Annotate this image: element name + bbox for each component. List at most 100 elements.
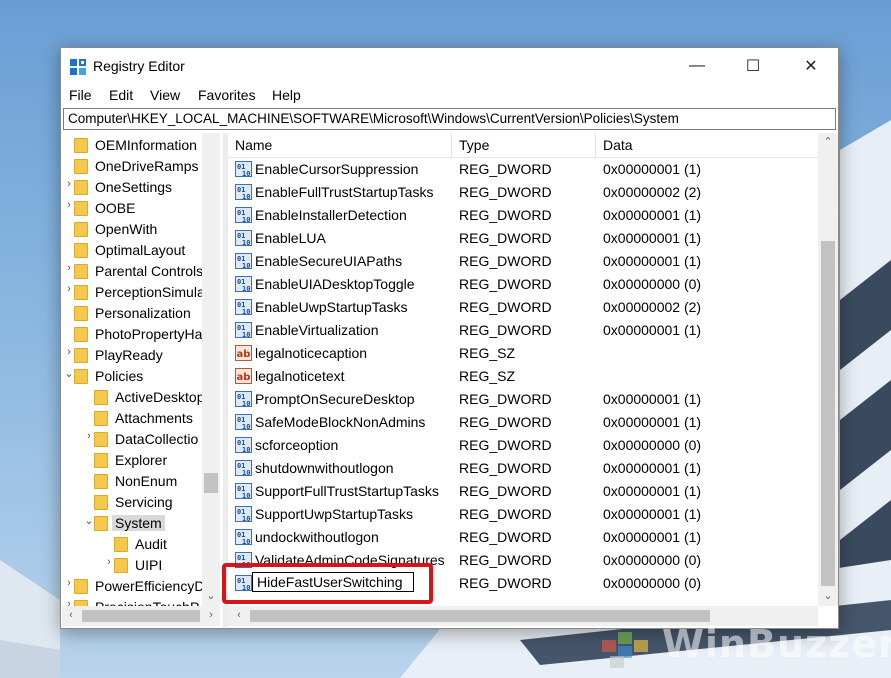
value-row[interactable]: 01 10 EnableUIADesktopToggle REG_DWORD 0x000… [228, 273, 818, 296]
value-name: legalnoticecaption [255, 345, 368, 361]
chevron-down-icon[interactable]: ⌄ [64, 367, 74, 380]
chevron-down-icon[interactable]: ⌄ [202, 589, 220, 602]
column-type-header[interactable]: Type [459, 137, 489, 153]
tree-item[interactable]: › UIPI [62, 555, 222, 576]
value-row[interactable]: 01 10 EnableFullTrustStartupTasks REG_DWORD… [228, 181, 818, 204]
tree-item[interactable]: ActiveDesktop [62, 387, 222, 408]
chevron-down-icon[interactable]: ⌄ [84, 514, 94, 527]
menu-help[interactable]: Help [272, 87, 301, 103]
tree-item[interactable]: Audit [62, 534, 222, 555]
tree-item[interactable]: ⌄ System [62, 513, 222, 534]
chevron-up-icon[interactable]: ⌃ [819, 135, 837, 148]
value-row[interactable]: 01 10 undockwithoutlogon REG_DWORD 0x0000000… [228, 526, 818, 549]
tree-item[interactable]: PhotoPropertyHa [62, 324, 222, 345]
column-separator[interactable] [451, 133, 452, 157]
folder-icon [74, 159, 88, 174]
chevron-right-icon[interactable]: › [64, 199, 74, 211]
chevron-right-icon[interactable]: › [64, 346, 74, 358]
value-row[interactable]: ab legalnoticecaption REG_SZ [228, 342, 818, 365]
menu-view[interactable]: View [150, 87, 180, 103]
tree-vertical-scrollbar[interactable]: ⌄ [202, 133, 220, 606]
tree-item[interactable]: › DataCollectio [62, 429, 222, 450]
tree-scroll-thumb[interactable] [204, 473, 218, 493]
value-name: EnableUwpStartupTasks [255, 299, 408, 315]
dword-value-icon: 0110 [235, 161, 252, 177]
chevron-right-icon[interactable]: › [202, 609, 220, 621]
list-vertical-scrollbar[interactable]: ⌃ ⌄ [818, 133, 838, 606]
dword-value-icon: 0110 [235, 184, 252, 200]
tree-item[interactable]: ⌄ Policies [62, 366, 222, 387]
maximize-button[interactable]: ☐ [730, 48, 776, 84]
tree-item[interactable]: Servicing [62, 492, 222, 513]
chevron-right-icon[interactable]: › [64, 262, 74, 274]
value-name: PromptOnSecureDesktop [255, 391, 415, 407]
chevron-right-icon[interactable]: › [84, 430, 94, 442]
value-name: SupportFullTrustStartupTasks [255, 483, 439, 499]
minimize-button[interactable]: — [674, 48, 720, 84]
tree-item[interactable]: › OOBE [62, 198, 222, 219]
tree-item[interactable]: › Parental Controls [62, 261, 222, 282]
tree-item[interactable]: OpenWith [62, 219, 222, 240]
value-row[interactable]: 01 10 EnableSecureUIAPaths REG_DWORD 0x00000… [228, 250, 818, 273]
tree-hscroll-thumb[interactable] [82, 610, 200, 622]
menu-file[interactable]: File [69, 87, 92, 103]
address-bar[interactable]: Computer\HKEY_LOCAL_MACHINE\SOFTWARE\Mic… [63, 108, 836, 130]
chevron-right-icon[interactable]: › [64, 598, 74, 606]
folder-icon [74, 369, 88, 384]
dword-value-icon: 0110 [235, 391, 252, 407]
value-type: REG_SZ [459, 345, 516, 361]
tree-item[interactable]: Attachments [62, 408, 222, 429]
value-row[interactable]: 01 10 scforceoption REG_DWORD 0x00000000 (0) [228, 434, 818, 457]
tree-horizontal-scrollbar[interactable]: ‹ › [62, 606, 220, 626]
value-row[interactable]: 01 10 SupportUwpStartupTasks REG_DWORD 0x000… [228, 503, 818, 526]
tree-item[interactable]: NonEnum [62, 471, 222, 492]
value-row[interactable]: 01 10 EnableVirtualization REG_DWORD 0x00000… [228, 319, 818, 342]
value-data: 0x00000001 (1) [603, 414, 702, 430]
folder-icon [74, 243, 88, 258]
value-data: 0x00000000 (0) [603, 575, 702, 591]
menu-edit[interactable]: Edit [109, 87, 133, 103]
value-row[interactable]: 01 10 PromptOnSecureDesktop REG_DWORD 0x0000… [228, 388, 818, 411]
value-type: REG_DWORD [459, 276, 552, 292]
tree-item[interactable]: Personalization [62, 303, 222, 324]
tree-item[interactable]: Explorer [62, 450, 222, 471]
value-row[interactable]: ab legalnoticetext REG_SZ [228, 365, 818, 388]
value-type: REG_DWORD [459, 184, 552, 200]
list-hscroll-thumb[interactable] [250, 610, 710, 622]
value-data: 0x00000001 (1) [603, 506, 702, 522]
tree-item[interactable]: › PerceptionSimula [62, 282, 222, 303]
column-separator[interactable] [595, 133, 596, 157]
chevron-right-icon[interactable]: › [64, 283, 74, 295]
folder-icon [74, 579, 88, 594]
chevron-right-icon[interactable]: › [64, 577, 74, 589]
value-row[interactable]: 01 10 shutdownwithoutlogon REG_DWORD 0x00000… [228, 457, 818, 480]
chevron-right-icon[interactable]: › [64, 178, 74, 190]
chevron-left-icon[interactable]: ‹ [62, 609, 80, 621]
chevron-right-icon[interactable]: › [104, 556, 114, 568]
chevron-left-icon[interactable]: ‹ [230, 609, 248, 621]
chevron-down-icon[interactable]: ⌄ [819, 589, 837, 602]
menu-favorites[interactable]: Favorites [198, 87, 256, 103]
svg-text:10: 10 [242, 308, 250, 315]
value-row[interactable]: 01 10 EnableLUA REG_DWORD 0x00000001 (1) [228, 227, 818, 250]
tree-item[interactable]: › PlayReady [62, 345, 222, 366]
close-button[interactable]: ✕ [788, 48, 834, 84]
column-data-header[interactable]: Data [603, 137, 633, 153]
value-row[interactable]: 01 10 EnableUwpStartupTasks REG_DWORD 0x0000… [228, 296, 818, 319]
value-row[interactable]: 01 10 EnableCursorSuppression REG_DWORD 0x00… [228, 158, 818, 181]
tree-item-label: Policies [95, 368, 144, 384]
dword-value-icon: 0110 [235, 414, 252, 430]
value-row[interactable]: 01 10 SupportFullTrustStartupTasks REG_DWOR… [228, 480, 818, 503]
tree-item-label: PerceptionSimula [95, 284, 205, 300]
value-row[interactable]: 01 10 SafeModeBlockNonAdmins REG_DWORD 0x000… [228, 411, 818, 434]
list-scroll-thumb[interactable] [821, 241, 835, 586]
svg-text:ab: ab [237, 372, 251, 383]
tree-item[interactable]: › PowerEfficiencyD [62, 576, 222, 597]
tree-item[interactable]: OptimalLayout [62, 240, 222, 261]
tree-item[interactable]: OneDriveRamps [62, 156, 222, 177]
tree-item[interactable]: OEMInformation [62, 135, 222, 156]
tree-item[interactable]: › OneSettings [62, 177, 222, 198]
value-row[interactable]: 01 10 EnableInstallerDetection REG_DWORD 0x0… [228, 204, 818, 227]
tree-item[interactable]: › PrecisionTouchP [62, 597, 222, 606]
column-name-header[interactable]: Name [235, 137, 272, 153]
